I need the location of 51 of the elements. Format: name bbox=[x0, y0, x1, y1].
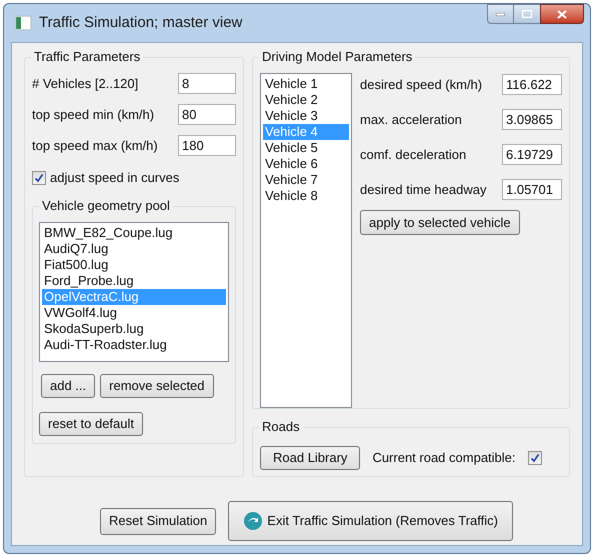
maximize-icon bbox=[522, 10, 532, 18]
group-title: Driving Model Parameters bbox=[259, 49, 416, 65]
remove-selected-button[interactable]: remove selected bbox=[100, 374, 214, 398]
window-title: Traffic Simulation; master view bbox=[39, 12, 242, 33]
checkbox-label: Current road compatible: bbox=[372, 449, 516, 468]
list-item[interactable]: BMW_E82_Coupe.lug bbox=[42, 224, 226, 240]
checkmark-icon bbox=[34, 172, 44, 183]
checkmark-icon bbox=[530, 453, 540, 463]
text-field[interactable]: 8 bbox=[178, 73, 236, 94]
list-item[interactable]: Vehicle 3 bbox=[263, 108, 349, 124]
field-label: desired speed (km/h) bbox=[360, 76, 482, 94]
list-item[interactable]: VWGolf4.lug bbox=[42, 304, 226, 320]
list-item[interactable]: Vehicle 6 bbox=[263, 156, 349, 172]
field-label: top speed min (km/h) bbox=[32, 106, 154, 124]
list-item[interactable]: Ford_Probe.lug bbox=[42, 272, 226, 288]
list-item[interactable]: Vehicle 2 bbox=[263, 92, 349, 108]
list-item[interactable]: Vehicle 7 bbox=[263, 172, 349, 188]
text-field[interactable]: 6.19729 bbox=[502, 144, 562, 165]
text-field[interactable]: 1.05701 bbox=[502, 179, 562, 200]
list-item[interactable]: Vehicle 5 bbox=[263, 140, 349, 156]
field-label: # Vehicles [2..120] bbox=[32, 74, 138, 93]
list-item[interactable]: Vehicle 1 bbox=[263, 76, 349, 92]
checkbox-label: adjust speed in curves bbox=[50, 169, 180, 187]
app-icon bbox=[15, 16, 31, 30]
minimize-icon bbox=[496, 12, 505, 16]
exit-button[interactable]: Exit Traffic Simulation (Removes Traffic) bbox=[228, 501, 513, 541]
text-field[interactable]: 116.622 bbox=[502, 74, 562, 95]
add-button[interactable]: add ... bbox=[41, 374, 96, 398]
field-label: desired time headway bbox=[360, 180, 486, 199]
field-label: comf. deceleration bbox=[360, 146, 466, 164]
list-item[interactable]: Fiat500.lug bbox=[42, 256, 226, 272]
field-label: max. acceleration bbox=[360, 110, 462, 129]
reset-to-default-button[interactable]: reset to default bbox=[39, 412, 143, 436]
list-item[interactable]: Vehicle 8 bbox=[263, 188, 349, 204]
maximize-button[interactable] bbox=[514, 4, 540, 24]
text-field[interactable]: 180 bbox=[178, 135, 236, 156]
text-field[interactable]: 80 bbox=[178, 104, 236, 125]
list-item[interactable]: Audi-TT-Roadster.lug bbox=[42, 336, 226, 352]
list-item[interactable]: AudiQ7.lug bbox=[42, 240, 226, 256]
group-title: Vehicle geometry pool bbox=[39, 198, 173, 214]
reset-simulation-button[interactable]: Reset Simulation bbox=[100, 508, 216, 534]
minimize-button[interactable] bbox=[487, 4, 514, 24]
text-field[interactable]: 3.09865 bbox=[502, 109, 562, 130]
checkbox[interactable] bbox=[32, 170, 46, 185]
road-library-button[interactable]: Road Library bbox=[260, 446, 360, 470]
apply-button[interactable]: apply to selected vehicle bbox=[360, 210, 520, 235]
close-icon bbox=[557, 10, 567, 18]
field-label: top speed max (km/h) bbox=[32, 136, 158, 155]
checkbox[interactable] bbox=[528, 451, 542, 465]
list-item[interactable]: SkodaSuperb.lug bbox=[42, 320, 226, 336]
close-button[interactable] bbox=[540, 4, 584, 24]
